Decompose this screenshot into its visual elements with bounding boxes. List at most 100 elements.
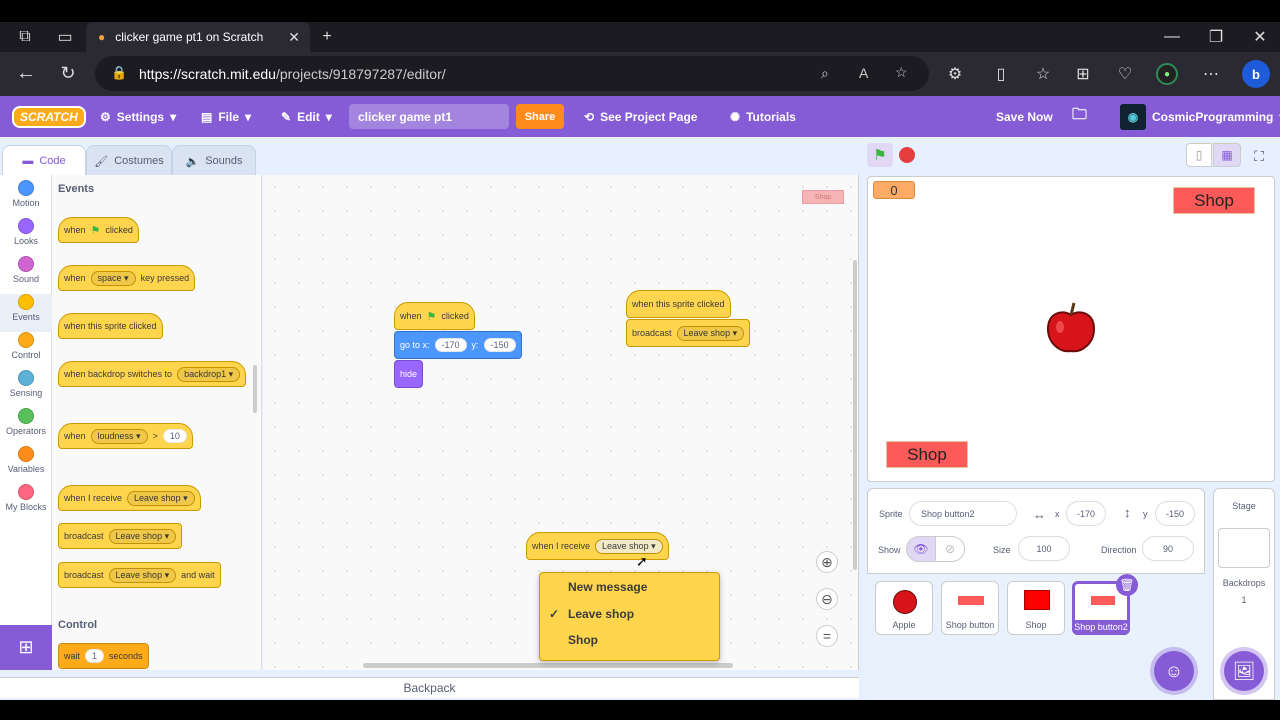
when-backdrop-switches-block[interactable]: when backdrop switches to backdrop1 ▾ bbox=[58, 361, 247, 387]
split-screen-icon[interactable]: ▯ bbox=[990, 64, 1012, 84]
shop-sprite[interactable]: Shop bbox=[1173, 187, 1255, 214]
when-sprite-clicked-block[interactable]: when this sprite clicked bbox=[626, 290, 731, 318]
collections-icon[interactable]: ⊞ bbox=[1072, 64, 1094, 84]
tab-costumes[interactable]: 🖌 Costumes bbox=[86, 145, 172, 176]
tab-actions-icon[interactable]: ▭ bbox=[54, 28, 76, 46]
when-loudness-block[interactable]: when loudness ▾ >10 bbox=[58, 423, 193, 449]
y-input[interactable]: -150 bbox=[1155, 501, 1195, 526]
restore-icon[interactable]: ❐ bbox=[1204, 28, 1228, 46]
category-operators[interactable]: Operators bbox=[0, 408, 52, 446]
extensions-icon[interactable]: ⚙ bbox=[944, 64, 966, 84]
when-i-receive-block[interactable]: when I receive Leave shop ▾ bbox=[58, 485, 201, 511]
my-stuff-folder-icon[interactable]: 🗀 bbox=[1072, 96, 1087, 137]
when-flag-clicked-block[interactable]: when ⚑ clicked bbox=[58, 217, 139, 243]
workspaces-icon[interactable]: ⧉ bbox=[14, 28, 36, 46]
size-input[interactable]: 100 bbox=[1018, 536, 1070, 561]
scratch-logo[interactable]: SCRATCH bbox=[12, 96, 86, 137]
zoom-in-icon[interactable]: ⊕ bbox=[816, 551, 838, 573]
menu-item-new-message[interactable]: New message bbox=[568, 580, 647, 594]
see-project-page-button[interactable]: ⟲ See Project Page bbox=[584, 96, 697, 137]
category-variables[interactable]: Variables bbox=[0, 446, 52, 484]
performance-icon[interactable]: ♡ bbox=[1114, 64, 1136, 84]
favorites-icon[interactable]: ☆ bbox=[1032, 64, 1054, 84]
zoom-out-icon[interactable]: ⊖ bbox=[816, 588, 838, 610]
apple-sprite[interactable] bbox=[1044, 301, 1098, 355]
green-flag-icon[interactable]: ⚑ bbox=[867, 143, 893, 167]
tutorials-button[interactable]: ✺ Tutorials bbox=[730, 96, 796, 137]
when-key-pressed-block[interactable]: when space ▾ key pressed bbox=[58, 265, 196, 291]
favorite-icon[interactable]: ☆ bbox=[895, 64, 908, 81]
copilot-icon[interactable]: b bbox=[1242, 60, 1270, 88]
hide-eye-icon[interactable]: ⊘ bbox=[935, 536, 965, 562]
message-dropdown-open[interactable]: Leave shop ▾ bbox=[595, 538, 663, 554]
message-dropdown[interactable]: Leave shop ▾ bbox=[108, 528, 177, 544]
category-events[interactable]: Events bbox=[0, 294, 52, 332]
sprite-thumb-apple[interactable]: Apple bbox=[875, 581, 933, 635]
settings-menu[interactable]: ⚙ Settings ▾ bbox=[100, 96, 176, 137]
back-icon[interactable]: ← bbox=[14, 62, 38, 84]
message-dropdown[interactable]: Leave shop ▾ bbox=[108, 567, 177, 583]
sprite-thumb-shop[interactable]: Shop bbox=[1007, 581, 1065, 635]
fullscreen-icon[interactable]: ⛶ bbox=[1248, 145, 1270, 167]
edit-menu[interactable]: ✎ Edit ▾ bbox=[281, 96, 332, 137]
profile-extension-icon[interactable]: ● bbox=[1156, 63, 1178, 85]
tab-code[interactable]: ▬ Code bbox=[2, 145, 86, 176]
close-tab-icon[interactable]: ✕ bbox=[288, 29, 300, 46]
workspace-v-scrollbar[interactable] bbox=[853, 260, 857, 570]
choose-backdrop-icon[interactable]: 🖼 bbox=[1224, 651, 1264, 691]
choose-sprite-icon[interactable]: ☺ bbox=[1154, 651, 1194, 691]
category-control[interactable]: Control bbox=[0, 332, 52, 370]
tab-sounds[interactable]: 🔈 Sounds bbox=[172, 145, 256, 176]
add-extension-button[interactable]: ⊞ bbox=[0, 625, 52, 670]
number-input[interactable]: 1 bbox=[85, 649, 105, 663]
account-menu[interactable]: ◉ CosmicProgramming▾ bbox=[1120, 96, 1280, 137]
refresh-icon[interactable]: ↻ bbox=[56, 62, 80, 84]
zoom-icon[interactable]: ⌕ bbox=[821, 65, 829, 82]
sprite-thumb-shop-button[interactable]: Shop button bbox=[941, 581, 999, 635]
minimize-icon[interactable]: — bbox=[1160, 28, 1184, 46]
key-dropdown[interactable]: space ▾ bbox=[90, 270, 136, 286]
category-motion[interactable]: Motion bbox=[0, 180, 52, 218]
backdrop-dropdown[interactable]: backdrop1 ▾ bbox=[177, 366, 241, 382]
workspace-h-scrollbar[interactable] bbox=[363, 663, 733, 668]
category-sound[interactable]: Sound bbox=[0, 256, 52, 294]
backpack-bar[interactable]: Backpack bbox=[0, 677, 859, 698]
broadcast-block[interactable]: broadcast Leave shop ▾ bbox=[626, 319, 751, 347]
palette-scrollbar[interactable] bbox=[253, 365, 257, 413]
close-window-icon[interactable]: ✕ bbox=[1248, 28, 1272, 46]
stop-icon[interactable] bbox=[899, 147, 915, 163]
block-palette[interactable]: Events when ⚑ clicked when space ▾ key press… bbox=[52, 175, 262, 670]
read-aloud-icon[interactable]: A bbox=[859, 65, 868, 81]
broadcast-and-wait-block[interactable]: broadcast Leave shop ▾ and wait bbox=[58, 562, 221, 588]
x-input[interactable]: -170 bbox=[434, 338, 467, 352]
menu-item-shop[interactable]: Shop bbox=[568, 633, 598, 647]
stage-canvas[interactable]: 0 Shop Shop bbox=[867, 176, 1275, 482]
message-dropdown[interactable]: Leave shop ▾ bbox=[676, 325, 745, 341]
category-my-blocks[interactable]: My Blocks bbox=[0, 484, 52, 522]
delete-sprite-icon[interactable]: 🗑 bbox=[1116, 574, 1138, 596]
more-options-icon[interactable]: ⋯ bbox=[1200, 64, 1222, 84]
new-tab-icon[interactable]: + bbox=[316, 28, 338, 46]
when-sprite-clicked-block[interactable]: when this sprite clicked bbox=[58, 313, 163, 339]
go-to-xy-block[interactable]: go to x: -170 y: -150 bbox=[394, 331, 522, 359]
browser-tab[interactable]: ● clicker game pt1 on Scratch ✕ bbox=[86, 22, 310, 52]
when-flag-clicked-block[interactable]: when ⚑ clicked bbox=[394, 302, 475, 330]
normal-stage-icon[interactable]: ▦ bbox=[1213, 143, 1241, 167]
hide-block[interactable]: hide bbox=[394, 360, 424, 388]
message-dropdown[interactable]: Leave shop ▾ bbox=[127, 490, 195, 506]
show-eye-icon[interactable]: 👁 bbox=[906, 536, 936, 562]
category-sensing[interactable]: Sensing bbox=[0, 370, 52, 408]
file-menu[interactable]: ▤ File ▾ bbox=[201, 96, 251, 137]
x-input[interactable]: -170 bbox=[1066, 501, 1106, 526]
menu-item-leave-shop[interactable]: Leave shop bbox=[568, 607, 634, 621]
shop-button-sprite[interactable]: Shop bbox=[886, 441, 968, 468]
small-stage-icon[interactable]: ▯ bbox=[1186, 143, 1212, 167]
loudness-dropdown[interactable]: loudness ▾ bbox=[90, 428, 148, 444]
number-input[interactable]: 10 bbox=[162, 429, 187, 443]
y-input[interactable]: -150 bbox=[483, 338, 516, 352]
direction-input[interactable]: 90 bbox=[1142, 536, 1194, 561]
category-looks[interactable]: Looks bbox=[0, 218, 52, 256]
broadcast-block[interactable]: broadcast Leave shop ▾ bbox=[58, 523, 183, 549]
zoom-reset-icon[interactable]: = bbox=[816, 625, 838, 647]
wait-seconds-block[interactable]: wait 1 seconds bbox=[58, 643, 149, 669]
